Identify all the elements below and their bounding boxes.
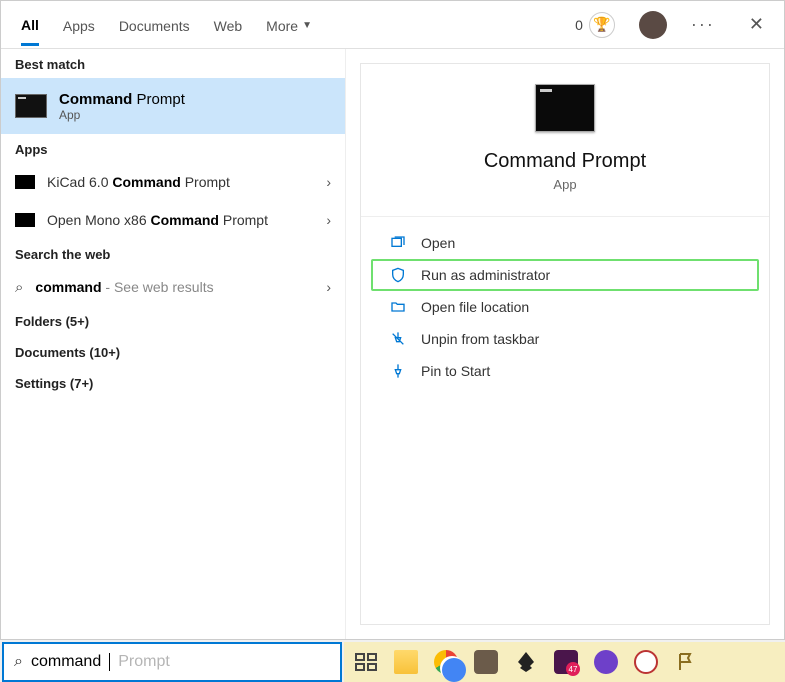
chevron-right-icon[interactable]: › — [326, 279, 331, 295]
app-result-mono[interactable]: Open Mono x86 Command Prompt › — [1, 201, 345, 239]
app-icon[interactable] — [632, 648, 660, 676]
web-result-label: command - See web results — [35, 279, 314, 295]
github-desktop-icon[interactable] — [592, 648, 620, 676]
action-label: Pin to Start — [421, 363, 490, 379]
app-result-kicad[interactable]: KiCad 6.0 Command Prompt › — [1, 163, 345, 201]
pin-icon — [389, 362, 407, 380]
terminal-icon — [15, 175, 35, 189]
action-label: Open — [421, 235, 455, 251]
terminal-icon — [15, 213, 35, 227]
chevron-right-icon[interactable]: › — [326, 174, 331, 190]
more-options-icon[interactable]: ··· — [691, 14, 715, 35]
action-unpin-taskbar[interactable]: Unpin from taskbar — [361, 323, 769, 355]
inkscape-icon[interactable] — [512, 648, 540, 676]
chevron-down-icon: ▼ — [302, 20, 312, 31]
file-explorer-icon[interactable] — [392, 648, 420, 676]
best-match-heading: Best match — [1, 49, 345, 78]
trophy-icon: 🏆 — [589, 12, 615, 38]
close-button[interactable]: ✕ — [749, 14, 764, 35]
tab-documents[interactable]: Documents — [119, 4, 190, 46]
chevron-right-icon[interactable]: › — [326, 212, 331, 228]
terminal-icon — [15, 94, 47, 118]
search-input[interactable]: ⌕ command Prompt — [2, 642, 342, 682]
gimp-icon[interactable] — [472, 648, 500, 676]
tab-web[interactable]: Web — [214, 4, 243, 46]
slack-icon[interactable]: 47 — [552, 648, 580, 676]
action-open-file-location[interactable]: Open file location — [361, 291, 769, 323]
action-open[interactable]: Open — [361, 227, 769, 259]
terminal-icon — [535, 84, 595, 132]
apps-heading: Apps — [1, 134, 345, 163]
best-match-title: Command Prompt — [59, 91, 185, 108]
best-match-result[interactable]: Command Prompt App — [1, 78, 345, 134]
app-icon[interactable] — [672, 648, 700, 676]
open-icon — [389, 234, 407, 252]
search-typed-text: command — [31, 653, 101, 671]
best-match-subtitle: App — [59, 108, 185, 122]
action-pin-to-start[interactable]: Pin to Start — [361, 355, 769, 387]
settings-category[interactable]: Settings (7+) — [1, 368, 345, 399]
shield-icon — [389, 266, 407, 284]
tab-more-label: More — [266, 18, 298, 34]
tab-apps[interactable]: Apps — [63, 4, 95, 46]
detail-subtitle: App — [553, 177, 576, 192]
search-icon: ⌕ — [14, 653, 23, 671]
action-run-as-administrator[interactable]: Run as administrator — [371, 259, 759, 291]
taskbar: 47 — [344, 642, 785, 682]
points-value: 0 — [575, 17, 583, 33]
chrome-icon[interactable] — [432, 648, 460, 676]
rewards-points[interactable]: 0 🏆 — [575, 12, 615, 38]
search-icon: ⌕ — [15, 279, 23, 296]
action-label: Run as administrator — [421, 267, 550, 283]
documents-category[interactable]: Documents (10+) — [1, 337, 345, 368]
user-avatar[interactable] — [639, 11, 667, 39]
folders-category[interactable]: Folders (5+) — [1, 306, 345, 337]
tab-all[interactable]: All — [21, 3, 39, 46]
detail-panel: Command Prompt App Open Run as administr… — [360, 63, 770, 625]
app-result-label: Open Mono x86 Command Prompt — [47, 212, 314, 228]
action-label: Unpin from taskbar — [421, 331, 539, 347]
app-result-label: KiCad 6.0 Command Prompt — [47, 174, 314, 190]
filter-tabs: All Apps Documents Web More ▼ 0 🏆 ··· ✕ — [1, 1, 784, 49]
action-label: Open file location — [421, 299, 529, 315]
task-view-icon[interactable] — [352, 648, 380, 676]
web-heading: Search the web — [1, 239, 345, 268]
text-cursor — [109, 653, 110, 671]
tab-more[interactable]: More ▼ — [266, 4, 312, 46]
detail-column: Command Prompt App Open Run as administr… — [346, 49, 784, 639]
search-suggestion-text: Prompt — [118, 653, 170, 671]
detail-title: Command Prompt — [484, 150, 646, 173]
web-result[interactable]: ⌕ command - See web results › — [1, 268, 345, 306]
folder-icon — [389, 298, 407, 316]
unpin-icon — [389, 330, 407, 348]
results-column: Best match Command Prompt App Apps KiCad… — [1, 49, 346, 639]
